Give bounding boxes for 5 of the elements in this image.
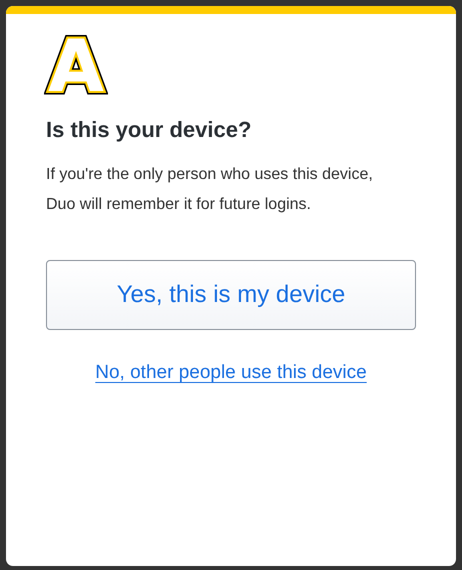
decline-device-link[interactable]: No, other people use this device [95, 362, 367, 384]
confirm-device-button[interactable]: Yes, this is my device [46, 260, 416, 330]
description: If you're the only person who uses this device, Duo will remember it for future logins. [46, 165, 374, 215]
heading: Is this your device? [46, 116, 252, 144]
logo: A [44, 34, 108, 96]
